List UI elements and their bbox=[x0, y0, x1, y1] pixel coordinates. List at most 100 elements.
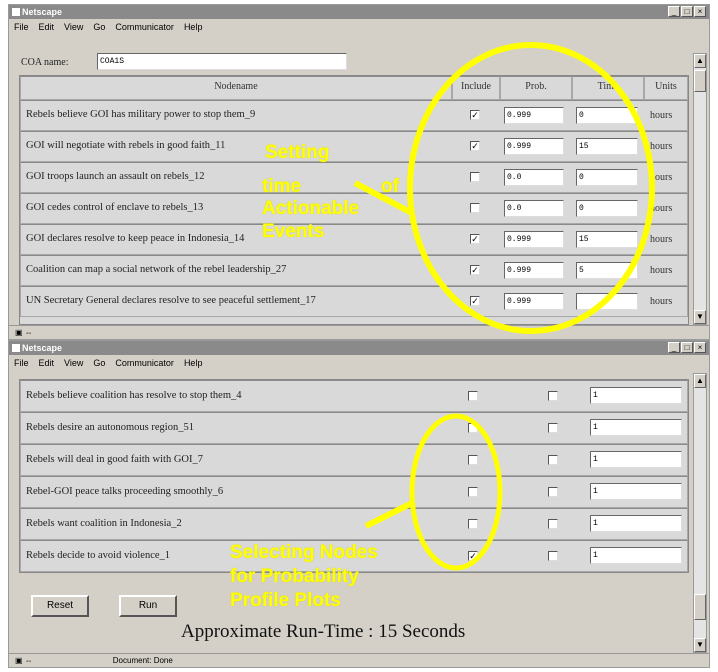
secondary-checkbox[interactable] bbox=[548, 519, 558, 529]
maximize-button[interactable]: □ bbox=[681, 342, 693, 353]
value-input[interactable]: 1 bbox=[590, 515, 682, 532]
secondary-checkbox[interactable] bbox=[548, 423, 558, 433]
row-nodename: Rebels desire an autonomous region_51 bbox=[26, 422, 194, 433]
menu-view[interactable]: View bbox=[64, 22, 83, 32]
reset-button[interactable]: Reset bbox=[31, 595, 89, 617]
prob-input[interactable]: 0.999 bbox=[504, 293, 564, 310]
vertical-scrollbar[interactable]: ▲ ▼ bbox=[693, 373, 707, 653]
status-text: Document: Done bbox=[112, 656, 173, 665]
time-input[interactable]: 0 bbox=[576, 169, 638, 186]
units-label: hours bbox=[650, 234, 673, 245]
include-checkbox[interactable]: ✓ bbox=[470, 141, 480, 151]
secondary-checkbox[interactable] bbox=[548, 455, 558, 465]
secondary-checkbox[interactable] bbox=[548, 551, 558, 561]
include-checkbox[interactable]: ✓ bbox=[470, 265, 480, 275]
close-button[interactable]: × bbox=[694, 6, 706, 17]
menu-file[interactable]: File bbox=[14, 358, 29, 368]
value-input[interactable]: 1 bbox=[590, 419, 682, 436]
include-checkbox[interactable] bbox=[468, 391, 478, 401]
coa-name-label: COA name: bbox=[21, 57, 69, 68]
units-label: hours bbox=[650, 141, 673, 152]
row-nodename: GOI troops launch an assault on rebels_1… bbox=[26, 171, 205, 182]
units-label: hours bbox=[650, 203, 673, 214]
units-label: hours bbox=[650, 265, 673, 276]
run-button[interactable]: Run bbox=[119, 595, 177, 617]
minimize-button[interactable]: _ bbox=[668, 342, 680, 353]
include-checkbox[interactable]: ✓ bbox=[468, 551, 478, 561]
prob-input[interactable]: 0.999 bbox=[504, 262, 564, 279]
include-checkbox[interactable]: ✓ bbox=[470, 110, 480, 120]
time-input[interactable]: 5 bbox=[576, 262, 638, 279]
menu-help[interactable]: Help bbox=[184, 22, 203, 32]
title-bar: Netscape _ □ × bbox=[9, 5, 709, 19]
row-nodename: Coalition can map a social network of th… bbox=[26, 264, 287, 275]
header-include: Include bbox=[461, 81, 491, 92]
units-label: hours bbox=[650, 110, 673, 121]
value-input[interactable]: 1 bbox=[590, 547, 682, 564]
menu-go[interactable]: Go bbox=[93, 22, 105, 32]
header-prob: Prob. bbox=[525, 81, 547, 92]
menu-file[interactable]: File bbox=[14, 22, 29, 32]
vertical-scrollbar[interactable]: ▲ ▼ bbox=[693, 53, 707, 325]
window-title: Netscape bbox=[22, 7, 63, 17]
title-bar: Netscape _ □ × bbox=[9, 341, 709, 355]
scroll-up-button[interactable]: ▲ bbox=[694, 54, 706, 68]
value-input[interactable]: 1 bbox=[590, 387, 682, 404]
value-input[interactable]: 1 bbox=[590, 451, 682, 468]
runtime-estimate: Approximate Run-Time : 15 Seconds bbox=[181, 621, 466, 642]
prob-input[interactable]: 0.999 bbox=[504, 107, 564, 124]
window-title: Netscape bbox=[22, 343, 63, 353]
maximize-button[interactable]: □ bbox=[681, 6, 693, 17]
status-bar: ▣ ⇔ bbox=[9, 325, 709, 339]
include-checkbox[interactable] bbox=[468, 487, 478, 497]
scroll-thumb[interactable] bbox=[694, 70, 706, 92]
security-icon: ▣ ⇔ bbox=[15, 328, 33, 337]
include-checkbox[interactable] bbox=[468, 519, 478, 529]
time-input[interactable]: 0 bbox=[576, 107, 638, 124]
annotation-of: of bbox=[381, 176, 399, 197]
close-button[interactable]: × bbox=[694, 342, 706, 353]
time-input[interactable]: 15 bbox=[576, 138, 638, 155]
menu-communicator[interactable]: Communicator bbox=[115, 358, 174, 368]
prob-input[interactable]: 0.0 bbox=[504, 200, 564, 217]
menu-edit[interactable]: Edit bbox=[39, 22, 55, 32]
annotation-selecting-nodes: Selecting Nodes bbox=[230, 542, 378, 563]
minimize-button[interactable]: _ bbox=[668, 6, 680, 17]
time-input[interactable]: 0 bbox=[576, 200, 638, 217]
include-checkbox[interactable]: ✓ bbox=[470, 234, 480, 244]
menu-help[interactable]: Help bbox=[184, 358, 203, 368]
time-input[interactable] bbox=[576, 293, 638, 310]
row-nodename: GOI declares resolve to keep peace in In… bbox=[26, 233, 245, 244]
scroll-thumb[interactable] bbox=[694, 594, 706, 620]
secondary-checkbox[interactable] bbox=[548, 487, 558, 497]
prob-input[interactable]: 0.999 bbox=[504, 138, 564, 155]
row-nodename: GOI will negotiate with rebels in good f… bbox=[26, 140, 226, 151]
prob-input[interactable]: 0.0 bbox=[504, 169, 564, 186]
include-checkbox[interactable]: ✓ bbox=[470, 296, 480, 306]
coa-name-input[interactable]: COA1S bbox=[97, 53, 347, 70]
menu-communicator[interactable]: Communicator bbox=[115, 22, 174, 32]
scroll-up-button[interactable]: ▲ bbox=[694, 374, 706, 388]
time-input[interactable]: 15 bbox=[576, 231, 638, 248]
scroll-down-button[interactable]: ▼ bbox=[694, 638, 706, 652]
row-nodename: GOI cedes control of enclave to rebels_1… bbox=[26, 202, 204, 213]
annotation-setting: Setting bbox=[265, 142, 330, 163]
secondary-checkbox[interactable] bbox=[548, 391, 558, 401]
netscape-window-top: Netscape _ □ × File Edit View Go Communi… bbox=[8, 4, 710, 340]
annotation-events: Events bbox=[262, 221, 325, 242]
prob-input[interactable]: 0.999 bbox=[504, 231, 564, 248]
menu-bar: File Edit View Go Communicator Help bbox=[9, 355, 709, 370]
menu-go[interactable]: Go bbox=[93, 358, 105, 368]
netscape-icon bbox=[12, 344, 20, 352]
row-nodename: Rebels decide to avoid violence_1 bbox=[26, 550, 171, 561]
value-input[interactable]: 1 bbox=[590, 483, 682, 500]
menu-edit[interactable]: Edit bbox=[39, 358, 55, 368]
scroll-down-button[interactable]: ▼ bbox=[694, 310, 706, 324]
include-checkbox[interactable] bbox=[468, 455, 478, 465]
annotation-profile-plots: Profile Plots bbox=[230, 590, 341, 611]
menu-view[interactable]: View bbox=[64, 358, 83, 368]
units-label: hours bbox=[650, 296, 673, 307]
include-checkbox[interactable] bbox=[468, 423, 478, 433]
include-checkbox[interactable] bbox=[470, 172, 480, 182]
include-checkbox[interactable] bbox=[470, 203, 480, 213]
